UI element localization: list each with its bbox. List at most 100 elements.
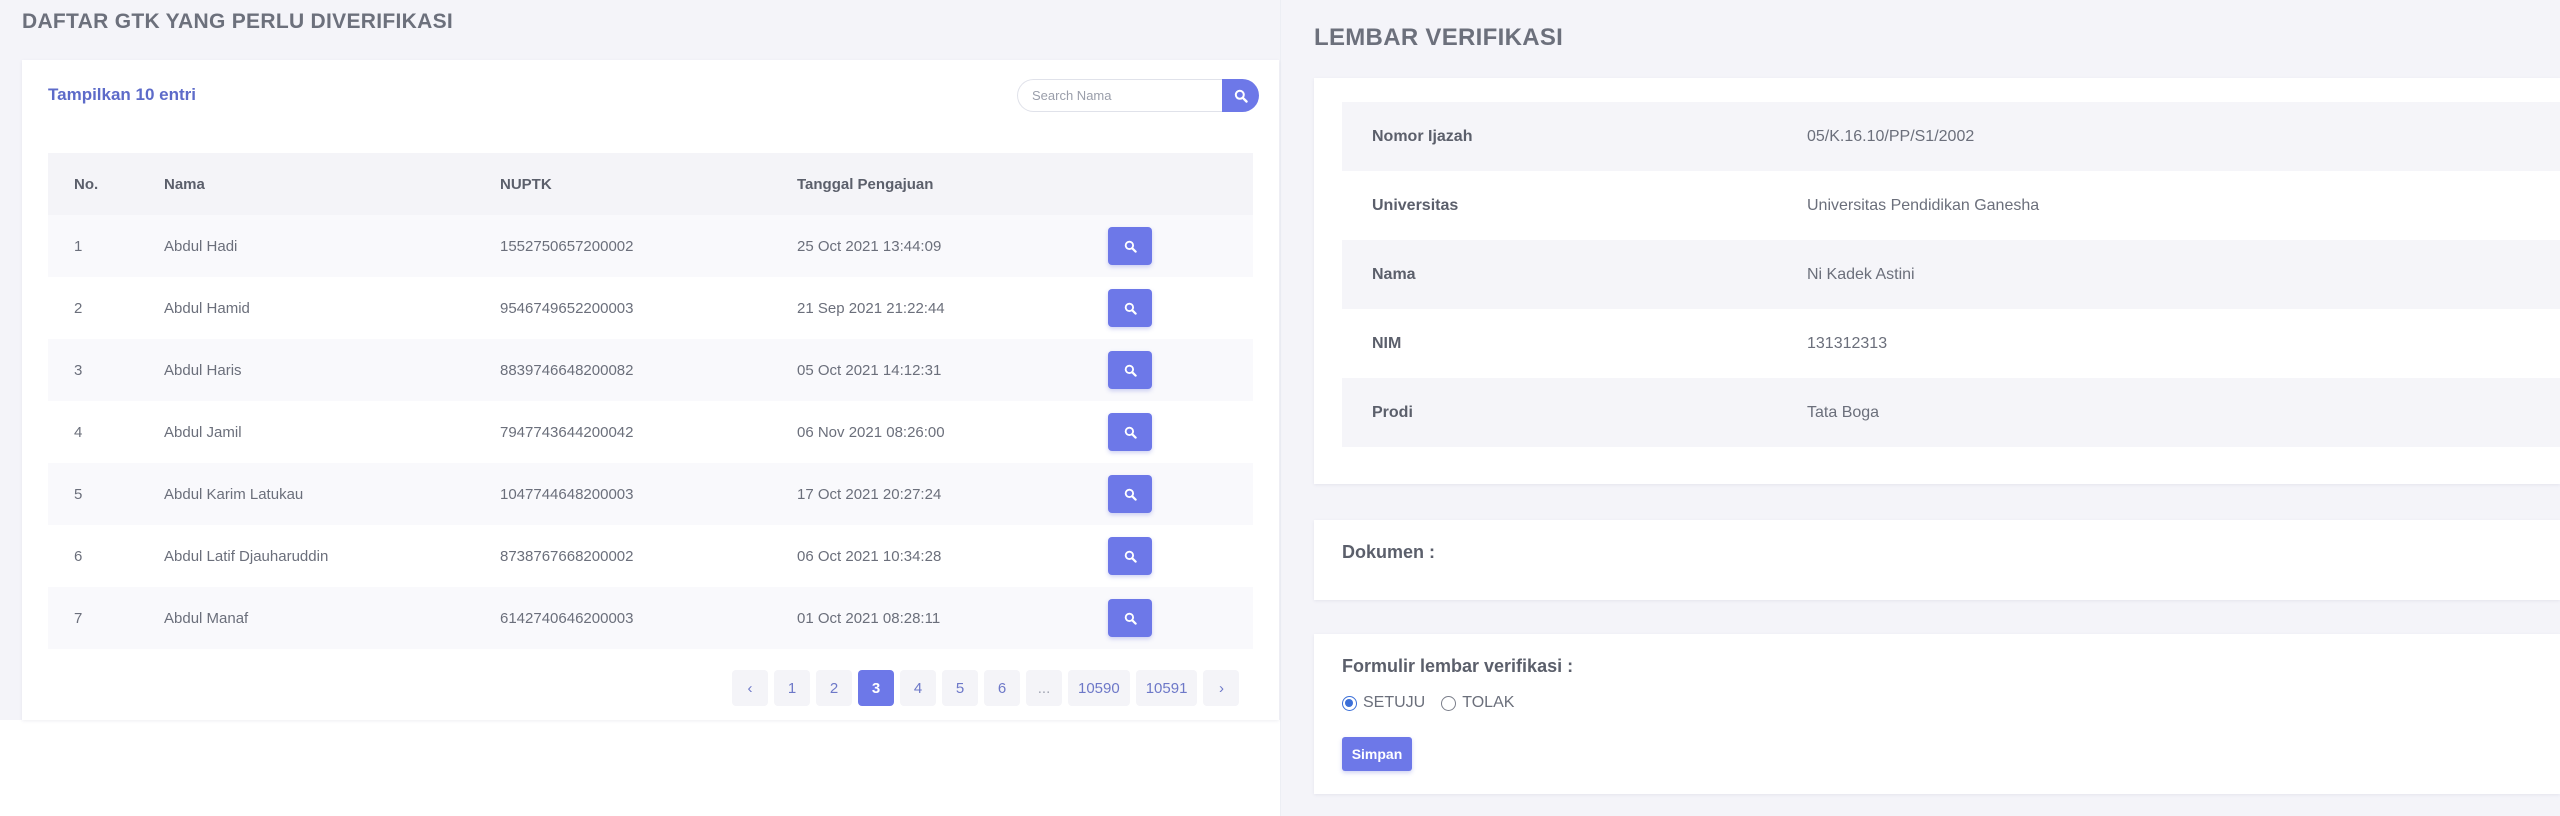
pagination-page-active[interactable]: 3 xyxy=(858,670,894,706)
pagination: ‹ 1 2 3 4 5 6... 10590 10591 › xyxy=(732,670,1240,706)
view-detail-button[interactable] xyxy=(1108,351,1152,389)
cell-nama: Abdul Hadi xyxy=(164,237,238,255)
cell-nuptk: 8839746648200082 xyxy=(500,361,634,379)
cell-no: 3 xyxy=(74,361,83,379)
table-row: 5 Abdul Karim Latukau 1047744648200003 17 O… xyxy=(48,463,1253,525)
cell-action xyxy=(1108,599,1253,637)
cell-no: 2 xyxy=(74,299,83,317)
radio-tolak[interactable]: TOLAK xyxy=(1441,694,1514,712)
search-input[interactable] xyxy=(1017,79,1222,112)
cell-nuptk: 1552750657200002 xyxy=(500,237,634,255)
search-icon xyxy=(1124,302,1137,315)
info-table: Nomor Ijazah 05/K.16.10/PP/S1/2002 Univers… xyxy=(1342,102,2560,447)
cell-no: 6 xyxy=(74,547,83,565)
pagination-prev-button[interactable]: ‹ xyxy=(732,670,768,706)
column-header-nama: Nama xyxy=(164,175,205,193)
table-row: 2 Abdul Hamid 9546749652200003 21 Sep 2021 … xyxy=(48,277,1253,339)
radio-setuju[interactable]: SETUJU xyxy=(1342,694,1425,712)
cell-action xyxy=(1108,475,1253,513)
info-label: NIM xyxy=(1372,334,1402,352)
info-row: Prodi Tata Boga xyxy=(1342,378,2560,447)
column-header-nuptk: NUPTK xyxy=(500,175,552,193)
info-row: Nomor Ijazah 05/K.16.10/PP/S1/2002 xyxy=(1342,102,2560,171)
search-icon xyxy=(1124,612,1137,625)
info-label: Nama xyxy=(1372,265,1416,283)
view-detail-button[interactable] xyxy=(1108,475,1152,513)
verification-radio-group: SETUJU TOLAK xyxy=(1342,694,1514,712)
document-label: Dokumen : xyxy=(1342,542,1436,562)
column-header-tanggal: Tanggal Pengajuan xyxy=(797,175,934,193)
cell-nama: Abdul Jamil xyxy=(164,423,242,441)
cell-nuptk: 6142740646200003 xyxy=(500,609,634,627)
cell-tanggal: 01 Oct 2021 08:28:11 xyxy=(797,609,941,627)
cell-action xyxy=(1108,351,1253,389)
pagination-page-button[interactable]: 5 xyxy=(942,670,978,706)
search-icon xyxy=(1234,89,1248,103)
cell-nama: Abdul Haris xyxy=(164,361,242,379)
search-icon xyxy=(1124,240,1137,253)
pagination-page-button[interactable]: 1 xyxy=(774,670,810,706)
cell-no: 1 xyxy=(74,237,83,255)
cell-tanggal: 06 Nov 2021 08:26:00 xyxy=(797,423,945,441)
cell-tanggal: 17 Oct 2021 20:27:24 xyxy=(797,485,942,503)
pagination-page-button[interactable]: 6 xyxy=(984,670,1020,706)
cell-nuptk: 9546749652200003 xyxy=(500,299,634,317)
verification-page-title: LEMBAR VERIFIKASI xyxy=(1314,24,1564,51)
cell-action xyxy=(1108,537,1253,575)
show-entries-label[interactable]: Tampilkan 10 entri xyxy=(48,85,196,105)
search-button[interactable] xyxy=(1222,79,1259,112)
cell-tanggal: 06 Oct 2021 10:34:28 xyxy=(797,547,942,565)
info-label: Universitas xyxy=(1372,196,1459,214)
list-page-title: DAFTAR GTK YANG PERLU DIVERIFIKASI xyxy=(22,10,454,33)
cell-nama: Abdul Karim Latukau xyxy=(164,485,304,503)
info-label: Nomor Ijazah xyxy=(1372,127,1473,145)
table-row: 6 Abdul Latif Djauharuddin 873876766820000… xyxy=(48,525,1253,587)
pagination-page-button[interactable]: 4 xyxy=(900,670,936,706)
info-row: Nama Ni Kadek Astini xyxy=(1342,240,2560,309)
search-icon xyxy=(1124,488,1137,501)
search-icon xyxy=(1124,426,1137,439)
pagination-next-button[interactable]: › xyxy=(1203,670,1240,706)
gtk-table: No. Nama NUPTK Tanggal Pengajuan 1 Abdul … xyxy=(48,153,1253,649)
info-value: Universitas Pendidikan Ganesha xyxy=(1807,196,2040,214)
cell-nuptk: 1047744648200003 xyxy=(500,485,634,503)
cell-nuptk: 8738767668200002 xyxy=(500,547,634,565)
document-card: Dokumen : xyxy=(1314,520,2560,600)
verification-form-card: Formulir lembar verifikasi : SETUJU TOLA… xyxy=(1314,634,2560,794)
cell-nuptk: 7947743644200042 xyxy=(500,423,634,441)
save-button[interactable]: Simpan xyxy=(1342,737,1412,771)
table-row: 1 Abdul Hadi 1552750657200002 25 Oct 2021 1… xyxy=(48,215,1253,277)
pagination-page-button[interactable]: 10591 xyxy=(1135,670,1198,706)
cell-nama: Abdul Hamid xyxy=(164,299,250,317)
radio-tolak-indicator[interactable] xyxy=(1441,695,1457,711)
search-icon xyxy=(1124,364,1137,377)
cell-nama: Abdul Latif Djauharuddin xyxy=(164,547,329,565)
cell-tanggal: 05 Oct 2021 14:12:31 xyxy=(797,361,942,379)
info-row: NIM 131312313 xyxy=(1342,309,2560,378)
verification-info-card: Nomor Ijazah 05/K.16.10/PP/S1/2002 Univers… xyxy=(1314,78,2560,484)
search-icon xyxy=(1124,550,1137,563)
form-title: Formulir lembar verifikasi : xyxy=(1342,656,1574,676)
info-row: Universitas Universitas Pendidikan Ganesh… xyxy=(1342,171,2560,240)
view-detail-button[interactable] xyxy=(1108,599,1152,637)
cell-action xyxy=(1108,413,1253,451)
table-row: 7 Abdul Manaf 6142740646200003 01 Oct 2021 … xyxy=(48,587,1253,649)
view-detail-button[interactable] xyxy=(1108,227,1152,265)
radio-setuju-indicator[interactable] xyxy=(1342,695,1357,711)
cell-no: 5 xyxy=(74,485,83,503)
info-value: Ni Kadek Astini xyxy=(1807,265,1915,283)
table-row: 4 Abdul Jamil 7947743644200042 06 Nov 2021 … xyxy=(48,401,1253,463)
radio-setuju-label: SETUJU xyxy=(1363,694,1426,711)
panel-divider xyxy=(1280,0,1281,816)
view-detail-button[interactable] xyxy=(1108,289,1152,327)
cell-no: 4 xyxy=(74,423,83,441)
info-label: Prodi xyxy=(1372,403,1413,421)
pagination-page-button[interactable]: 10590 xyxy=(1068,670,1130,706)
table-body: 1 Abdul Hadi 1552750657200002 25 Oct 2021 1… xyxy=(48,215,1253,649)
pagination-ellipsis[interactable]: ... xyxy=(1026,670,1062,706)
view-detail-button[interactable] xyxy=(1108,413,1152,451)
info-value: 05/K.16.10/PP/S1/2002 xyxy=(1807,127,1975,145)
view-detail-button[interactable] xyxy=(1108,537,1152,575)
column-header-no: No. xyxy=(74,175,99,193)
pagination-page-button[interactable]: 2 xyxy=(816,670,852,706)
